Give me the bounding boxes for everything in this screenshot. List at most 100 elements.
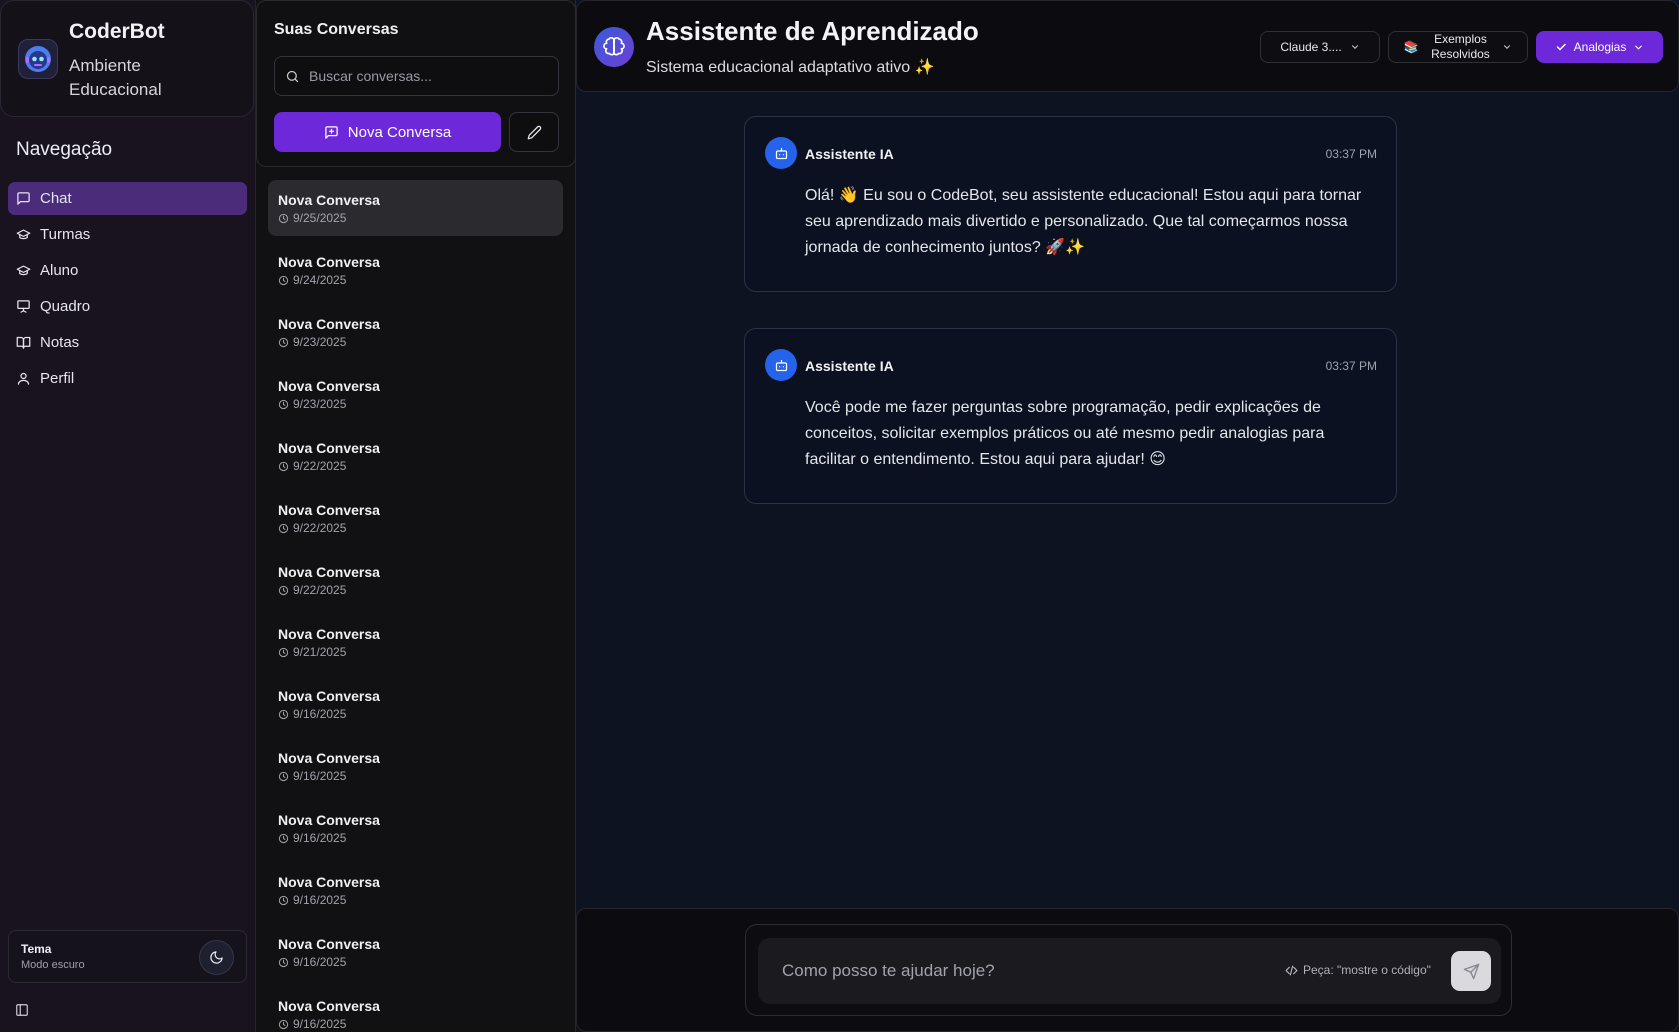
model-select[interactable]: Claude 3.... [1260,31,1380,63]
nav-sidebar: CoderBot Ambiente Educacional Navegação … [0,0,256,1032]
code-icon [1285,965,1298,975]
conversations-header: Suas Conversas Nova Conversa [256,0,576,167]
theme-subtitle: Modo escuro [21,959,85,971]
chat-main: Assistente de Aprendizado Sistema educac… [576,0,1679,1032]
code-hint: Peça: "mostre o código" [1285,963,1431,977]
conversation-item[interactable]: Nova Conversa 9/22/2025 [268,428,563,484]
clock-icon [278,771,289,781]
clock-icon [278,1019,289,1029]
conversation-date: 9/22/2025 [278,459,553,473]
conversation-name: Nova Conversa [278,812,380,828]
conversation-name: Nova Conversa [278,564,380,580]
nav-item-label: Perfil [40,370,75,387]
message-time: 03:37 PM [1325,359,1377,373]
conversation-name: Nova Conversa [278,502,380,518]
theme-title: Tema [21,942,52,956]
conversation-name: Nova Conversa [278,874,380,890]
conversation-name: Nova Conversa [278,316,380,332]
message-card: Assistente IA 03:37 PM Olá! 👋 Eu sou o C… [744,116,1397,292]
nav-item-label: Quadro [40,298,91,315]
conversation-date-text: 9/25/2025 [293,211,347,225]
conversation-date: 9/16/2025 [278,769,553,783]
new-conversation-label: Nova Conversa [347,123,452,141]
conversation-date-text: 9/16/2025 [293,707,347,721]
send-button[interactable] [1451,951,1491,991]
composer-wrapper: Peça: "mostre o código" [745,924,1512,1016]
clock-icon [278,585,289,595]
analogies-select[interactable]: Analogias [1536,31,1663,63]
conversation-item[interactable]: Nova Conversa 9/25/2025 [268,180,563,236]
nav-item-notas[interactable]: Notas [8,326,247,359]
theme-toggle-button[interactable] [199,940,234,975]
search-box [274,56,559,96]
brand-subtitle: Ambiente Educacional [69,56,162,99]
conversation-item[interactable]: Nova Conversa 9/16/2025 [268,924,563,980]
clock-icon [278,957,289,967]
conversation-name: Nova Conversa [278,936,380,952]
conversations-title: Suas Conversas [274,21,399,38]
conversation-list: Nova Conversa 9/25/2025 Nova Conversa 9/24/… [268,180,563,1032]
pencil-icon [527,125,541,139]
nav-item-label: Aluno [40,262,79,279]
conversation-name: Nova Conversa [278,378,380,394]
conversation-item[interactable]: Nova Conversa 9/16/2025 [268,676,563,732]
message-square-icon [17,192,30,205]
conversation-date-text: 9/22/2025 [293,459,347,473]
conversation-date: 9/25/2025 [278,211,553,225]
chat-header: Assistente de Aprendizado Sistema educac… [576,0,1679,92]
nav-item-quadro[interactable]: Quadro [8,290,247,323]
books-icon: 📚 [1403,40,1419,54]
sidebar-toggle-icon[interactable] [15,1003,29,1022]
send-icon [1463,963,1479,979]
conversation-date: 9/23/2025 [278,397,553,411]
clock-icon [278,709,289,719]
conversation-date: 9/16/2025 [278,831,553,845]
nav-item-aluno[interactable]: Aluno [8,254,247,287]
conversation-item[interactable]: Nova Conversa 9/22/2025 [268,490,563,546]
conversation-date-text: 9/16/2025 [293,769,347,783]
nav-item-perfil[interactable]: Perfil [8,362,247,395]
search-input[interactable] [309,68,539,84]
check-icon [1556,43,1566,51]
chevron-down-icon [1504,45,1511,49]
conversation-item[interactable]: Nova Conversa 9/16/2025 [268,862,563,918]
theme-card: Tema Modo escuro [8,930,247,983]
brand-card: CoderBot Ambiente Educacional [0,0,254,117]
conversation-date: 9/16/2025 [278,1017,553,1031]
conversation-name: Nova Conversa [278,626,380,642]
new-conversation-button[interactable]: Nova Conversa [274,112,501,152]
moon-icon [210,951,223,964]
nav-item-turmas[interactable]: Turmas [8,218,247,251]
clock-icon [278,461,289,471]
conversation-date-text: 9/16/2025 [293,955,347,969]
conversation-date-text: 9/22/2025 [293,583,347,597]
conversation-item[interactable]: Nova Conversa 9/16/2025 [268,986,563,1032]
message-author: Assistente IA [805,146,894,162]
brand-title: CoderBot [69,20,165,43]
presentation-icon [17,300,30,313]
composer-area: Peça: "mostre o código" [576,908,1679,1032]
examples-select[interactable]: 📚 Exemplos Resolvidos [1388,31,1528,63]
search-icon [286,70,299,82]
conversation-item[interactable]: Nova Conversa 9/23/2025 [268,366,563,422]
message-card: Assistente IA 03:37 PM Você pode me faze… [744,328,1397,504]
conversation-item[interactable]: Nova Conversa 9/22/2025 [268,552,563,608]
conversation-item[interactable]: Nova Conversa 9/21/2025 [268,614,563,670]
conversation-name: Nova Conversa [278,254,380,270]
clock-icon [278,895,289,905]
edit-button[interactable] [509,112,559,152]
conversation-date-text: 9/16/2025 [293,893,347,907]
conversation-item[interactable]: Nova Conversa 9/16/2025 [268,800,563,856]
conversation-date: 9/23/2025 [278,335,553,349]
nav-list: Chat Turmas Aluno Quadro Notas Perfil [8,182,247,398]
message-input[interactable] [782,958,1262,984]
robot-logo-icon [18,39,58,79]
conversation-item[interactable]: Nova Conversa 9/23/2025 [268,304,563,360]
bot-avatar-icon [765,349,797,381]
code-hint-text: Peça: "mostre o código" [1303,963,1431,977]
conversation-item[interactable]: Nova Conversa 9/24/2025 [268,242,563,298]
conversation-name: Nova Conversa [278,750,380,766]
conversation-item[interactable]: Nova Conversa 9/16/2025 [268,738,563,794]
nav-item-label: Chat [40,190,72,207]
nav-item-chat[interactable]: Chat [8,182,247,215]
